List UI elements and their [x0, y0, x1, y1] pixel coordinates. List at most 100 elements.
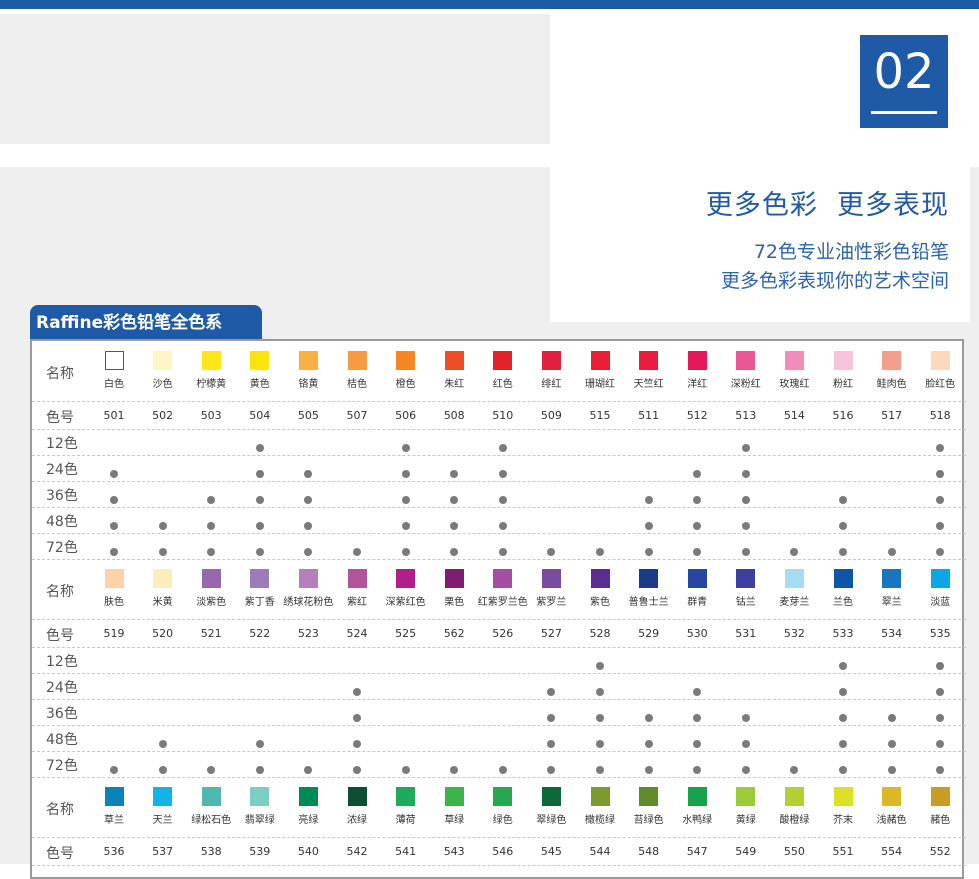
set-membership-cell	[673, 681, 721, 700]
color-cell: 赭色	[916, 787, 964, 826]
color-cell: 绯红	[527, 351, 575, 390]
set-membership-dot	[353, 766, 361, 774]
set-membership-cell	[430, 541, 478, 560]
set-membership-dot	[936, 470, 945, 478]
set-membership-cell	[916, 437, 964, 456]
color-swatch	[396, 569, 416, 588]
color-code: 552	[929, 845, 951, 858]
color-swatch	[396, 351, 416, 370]
color-code: 531	[735, 627, 757, 640]
set-membership-cell	[673, 707, 721, 726]
color-swatch	[201, 569, 221, 588]
set-membership-dot	[936, 662, 945, 670]
color-cell: 翠绿色	[527, 787, 575, 826]
set-membership-cell	[916, 655, 964, 674]
set-membership-dot	[936, 714, 945, 722]
color-code: 510	[492, 409, 514, 422]
set-membership-dot	[547, 766, 556, 774]
set-membership-dot	[547, 688, 556, 696]
set-row: 48色	[32, 725, 966, 752]
set-membership-dot	[401, 470, 410, 478]
set-membership-dot	[158, 740, 167, 748]
color-code: 523	[297, 627, 319, 640]
color-swatch	[736, 351, 756, 370]
top-accent-bar	[0, 0, 979, 9]
color-swatch	[930, 569, 950, 588]
set-membership-dot	[741, 714, 750, 722]
set-membership-cell	[722, 489, 770, 508]
set-membership-dot	[401, 548, 410, 556]
set-membership-cell	[187, 541, 235, 560]
color-cell: 绣球花粉色	[283, 569, 333, 608]
set-membership-cell	[236, 437, 284, 456]
set-membership-cell	[916, 463, 964, 482]
color-code: 554	[881, 845, 903, 858]
set-membership-cell	[819, 541, 867, 560]
set-membership-cell	[576, 733, 624, 752]
set-membership-dot	[304, 470, 313, 478]
color-swatch	[153, 569, 173, 588]
set-membership-dot	[110, 522, 118, 530]
color-swatch	[784, 569, 804, 588]
set-membership-dot	[450, 496, 459, 504]
color-code: 506	[395, 409, 417, 422]
set-row: 36色	[32, 481, 966, 508]
set-membership-dot	[304, 522, 313, 530]
set-row: 12色	[32, 429, 966, 456]
set-membership-cell	[625, 707, 673, 726]
color-cell: 铬黄	[284, 351, 332, 390]
set-membership-cell	[673, 541, 721, 560]
color-swatch	[930, 787, 950, 806]
color-swatch	[396, 787, 416, 806]
color-code: 514	[783, 409, 805, 422]
set-membership-cell	[139, 541, 187, 560]
color-swatch	[104, 351, 124, 370]
set-membership-cell	[527, 733, 575, 752]
section-number-underline	[871, 111, 937, 114]
set-membership-dot	[498, 522, 507, 530]
set-membership-cell	[333, 759, 381, 778]
set-membership-cell	[916, 541, 964, 560]
set-membership-cell	[90, 463, 138, 482]
name-row: 名称 肤色 米黄 淡紫色 紫丁香 绣球花粉色 紫红 深紫红色 栗色 红紫罗兰色 紫罗兰 紫色 普鲁士兰群…	[32, 559, 966, 620]
color-cell: 草绿	[430, 787, 478, 826]
color-cell: 柠檬黄	[187, 351, 235, 390]
color-cell: 普鲁士兰	[625, 569, 673, 608]
set-membership-cell	[625, 759, 673, 778]
row-label-name: 名称	[46, 802, 74, 818]
color-swatch	[639, 787, 659, 806]
color-code: 546	[492, 845, 514, 858]
color-swatch	[590, 351, 610, 370]
color-swatch	[201, 787, 221, 806]
color-cell: 鲑肉色	[868, 351, 916, 390]
row-label-set: 36色	[46, 706, 78, 722]
set-membership-dot	[498, 444, 507, 452]
color-swatch	[687, 569, 707, 588]
color-code: 502	[152, 409, 174, 422]
set-membership-dot	[887, 548, 896, 556]
set-membership-dot	[596, 714, 604, 722]
set-membership-dot	[498, 470, 507, 478]
set-membership-cell	[139, 759, 187, 778]
set-membership-dot	[596, 740, 604, 748]
color-cell: 红紫罗兰色	[478, 569, 528, 608]
name-row: 名称 草兰 天兰 绿松石色 翡翠绿 亮绿 浓绿 薄荷 草绿 绿色 翠绿色 橄榄绿 苔绿色 水鸭绿 黄绿 酸橙绿…	[32, 777, 966, 838]
set-membership-cell	[382, 515, 430, 534]
color-code: 503	[200, 409, 222, 422]
color-cell: 群青	[673, 569, 721, 608]
set-membership-dot	[839, 766, 847, 774]
color-swatch	[347, 569, 367, 588]
set-membership-dot	[255, 470, 264, 478]
set-membership-dot	[158, 522, 167, 530]
color-cell: 浅赭色	[868, 787, 916, 826]
color-swatch	[833, 787, 853, 806]
set-membership-cell	[527, 681, 575, 700]
set-membership-dot	[936, 766, 945, 774]
color-swatch	[930, 351, 950, 370]
set-membership-cell	[236, 463, 284, 482]
set-membership-cell	[479, 437, 527, 456]
set-membership-cell	[187, 489, 235, 508]
color-cell: 紫罗兰	[527, 569, 575, 608]
headline-subtitle-1: 72色专业油性彩色铅笔	[753, 241, 949, 263]
set-membership-cell	[430, 515, 478, 534]
